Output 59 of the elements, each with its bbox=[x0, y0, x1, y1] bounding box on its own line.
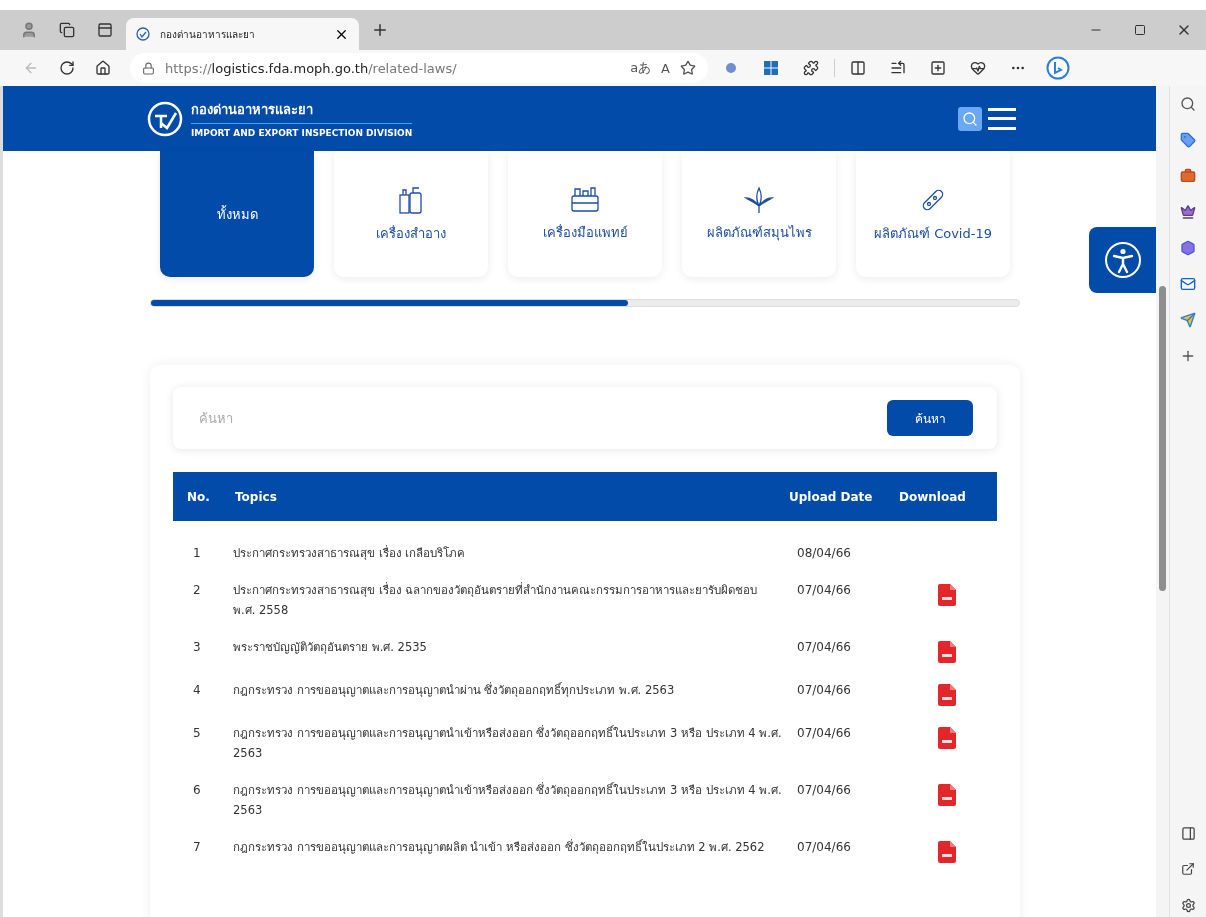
site-subtitle: IMPORT AND EXPORT INSPECTION DIVISION bbox=[191, 128, 413, 138]
accessibility-icon bbox=[1103, 241, 1142, 279]
category-tab[interactable]: เครื่องมือแพทย์ bbox=[508, 151, 662, 277]
topic-cell-text: กฎกระทรวง การขออนุญาตและการอนุญาตผลิต นำเข้า หรือส่งออก ซึ่งวัตถุออกฤทธิ์ในประเภท 2 พ.ศ. 2562 bbox=[233, 838, 766, 856]
row-number: 1 bbox=[192, 545, 202, 562]
category-tab[interactable]: เครื่องสำอาง bbox=[334, 151, 488, 277]
date-cell-text: 07/04/66 bbox=[796, 582, 852, 599]
address-bar[interactable]: https://logistics.fda.moph.go.th/related-laws/ aあ A bbox=[130, 53, 708, 83]
pdf-file-icon[interactable] bbox=[938, 727, 956, 749]
row-number: 2 bbox=[192, 582, 202, 599]
date-cell-text: 07/04/66 bbox=[796, 725, 852, 742]
topic-cell-text: ประกาศกระทรวงสาธารณสุข เรื่อง ฉลากของวัตถุอันตรายที่สำนักงานคณะกรรมการอาหารและยารับผิดชอบ พ.ศ. 2558 bbox=[233, 581, 759, 619]
topic-cell-text: กฎกระทรวง การขออนุญาตและการอนุญาตนำเข้าหรือส่งออก ซึ่งวัตถุออกฤทธิ์ในประเภท 3 หรือ ประเภท 4 พ.ศ. 2563 bbox=[233, 724, 783, 762]
read-aloud-icon[interactable]: A bbox=[661, 60, 670, 76]
column-header: No. bbox=[186, 489, 211, 504]
date-cell-text: 07/04/66 bbox=[796, 639, 852, 656]
search-button[interactable] bbox=[958, 106, 982, 131]
division-logo-icon bbox=[147, 100, 183, 137]
tab-title: กองด่านอาหารและยา bbox=[160, 27, 256, 42]
favorite-icon[interactable] bbox=[680, 60, 696, 76]
category-tab[interactable]: ผลิตภัณฑ์ Covid-19 bbox=[856, 151, 1010, 277]
topic-cell-text: ประกาศกระทรวงสาธารณสุข เรื่อง เกลือบริโภค bbox=[233, 544, 467, 562]
date-cell-text: 07/04/66 bbox=[796, 839, 852, 856]
accessibility-button[interactable] bbox=[1089, 227, 1156, 293]
row-number: 5 bbox=[192, 725, 202, 742]
topic-cell-text: กฎกระทรวง การขออนุญาตและการอนุญาตนำเข้าหรือส่งออก ซึ่งวัตถุออกฤทธิ์ในประเภท 3 หรือ ประเภท 4 พ.ศ. 2563 bbox=[233, 781, 783, 819]
pdf-file-icon[interactable] bbox=[938, 784, 956, 806]
category-tab[interactable]: ทั้งหมด bbox=[160, 151, 314, 277]
column-header: Topics bbox=[234, 489, 278, 504]
medical-kit-icon bbox=[569, 185, 601, 214]
category-tab[interactable]: ผลิตภัณฑ์สมุนไพร bbox=[682, 151, 836, 277]
column-header: Upload Date bbox=[788, 489, 874, 504]
column-header: Download bbox=[898, 489, 967, 504]
search-submit-button[interactable]: ค้นหา bbox=[887, 400, 973, 436]
row-number: 7 bbox=[192, 839, 202, 856]
scrollbar[interactable] bbox=[1156, 86, 1169, 917]
date-cell-text: 08/04/66 bbox=[796, 545, 852, 562]
pdf-file-icon[interactable] bbox=[938, 841, 956, 863]
menu-icon[interactable] bbox=[988, 107, 1016, 130]
search-icon bbox=[962, 110, 978, 127]
lock-icon bbox=[142, 61, 155, 75]
url-text: https://logistics.fda.moph.go.th/related-laws/ bbox=[165, 60, 458, 76]
browser-tab[interactable]: กองด่านอาหารและยา bbox=[126, 18, 359, 50]
row-number: 4 bbox=[192, 682, 202, 699]
pdf-file-icon[interactable] bbox=[938, 684, 956, 706]
row-number: 6 bbox=[192, 782, 202, 799]
topic-cell-text: กฎกระทรวง การขออนุญาตและการอนุญาตนำผ่าน ซึ่งวัตถุออกฤทธิ์ทุกประเภท พ.ศ. 2563 bbox=[233, 681, 676, 699]
pdf-file-icon[interactable] bbox=[938, 584, 956, 606]
leaf-icon bbox=[744, 185, 774, 214]
translate-icon[interactable]: aあ bbox=[630, 59, 652, 77]
topic-cell-text: พระราชบัญญัติวัตถุอันตราย พ.ศ. 2535 bbox=[233, 639, 428, 656]
date-cell-text: 07/04/66 bbox=[796, 782, 852, 799]
category-scroll-thumb[interactable] bbox=[151, 300, 629, 306]
site-name: กองด่านอาหารและยา bbox=[191, 99, 413, 124]
cosmetic-bottles-icon bbox=[397, 184, 425, 215]
pdf-file-icon[interactable] bbox=[938, 641, 956, 663]
date-cell-text: 07/04/66 bbox=[796, 682, 852, 699]
site-logo-icon bbox=[136, 27, 150, 41]
row-number: 3 bbox=[192, 639, 202, 656]
